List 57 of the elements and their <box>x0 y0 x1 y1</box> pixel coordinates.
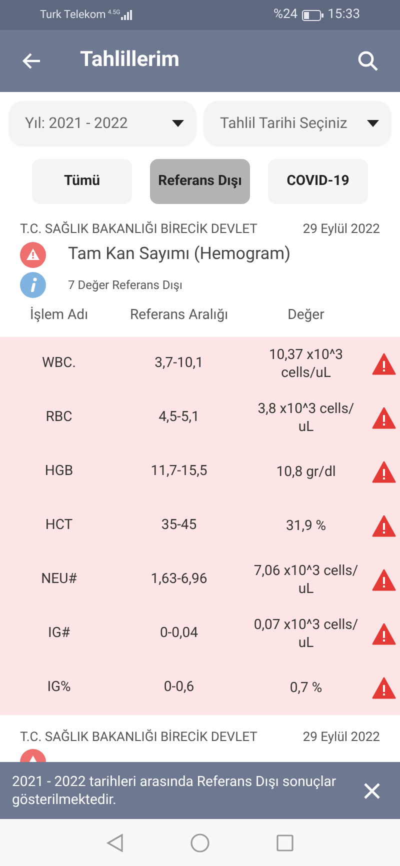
institution-name: T.C. SAĞLIK BAKANLIĞI BİRECİK DEVLET <box>20 220 258 239</box>
column-header: Referans Aralığı <box>128 306 230 325</box>
table-cell-text: 0,07 x10^3 cells/ uL <box>252 616 360 652</box>
filter-tab[interactable]: COVID-19 <box>268 159 368 204</box>
table-cell-text: HCT <box>44 516 74 535</box>
warning-icon <box>372 460 396 482</box>
table-cell-text: NEU# <box>40 570 78 589</box>
filter-tab[interactable]: Referans Dışı <box>150 159 250 204</box>
carrier-name: Turk Telekom <box>40 6 106 23</box>
battery-percent: %24 <box>273 6 298 24</box>
table-cell-text: 11,7-15,5 <box>150 462 208 481</box>
clock: 15:33 <box>328 6 360 24</box>
dropdown[interactable]: Tahlil Tarihi Seçiniz <box>204 101 391 145</box>
recents-nav-button[interactable] <box>276 834 294 852</box>
search-button[interactable] <box>356 49 380 73</box>
table-cell-text: 10,8 gr/dl <box>275 462 337 480</box>
table-cell-text: 3,7-10,1 <box>154 354 204 373</box>
warning-badge-icon <box>20 242 46 268</box>
warning-icon <box>372 676 396 698</box>
table-cell-text: 7,06 x10^3 cells/ uL <box>252 562 360 598</box>
table-cell-text: 4,5-5,1 <box>158 408 200 427</box>
battery-icon <box>302 10 324 20</box>
caret-icon <box>172 120 184 126</box>
institution-name: T.C. SAĞLIK BAKANLIĞI BİRECİK DEVLET <box>20 728 258 746</box>
table-cell-text: 10,37 x10^3 cells/uL <box>268 346 344 382</box>
table-cell-text: 31,9 % <box>284 516 328 534</box>
table-cell-text: IG% <box>46 678 72 697</box>
result-date: 29 Eylül 2022 <box>302 728 380 746</box>
filter-tab[interactable]: Tümü <box>32 159 132 204</box>
table-cell-text: HGB <box>44 462 74 481</box>
table-cell-text: RBC <box>44 408 74 427</box>
result-date: 29 Eylül 2022 <box>302 221 380 239</box>
back-nav-button[interactable] <box>106 832 124 852</box>
table-cell-text: IG# <box>47 624 71 643</box>
test-title: Tam Kan Sayımı (Hemogram) <box>68 242 291 266</box>
warning-icon <box>372 514 396 536</box>
table-cell-text: WBC. <box>41 354 77 373</box>
warning-icon <box>372 352 396 374</box>
table-cell-text: 1,63-6,96 <box>150 570 208 589</box>
warning-icon <box>372 622 396 644</box>
signal-icon <box>120 10 132 20</box>
dropdown[interactable]: Yıl: 2021 - 2022 <box>9 101 196 145</box>
table-cell-text: 0-0,6 <box>162 678 196 697</box>
table-cell-text: 0,7 % <box>288 678 324 696</box>
table-cell-text: 35-45 <box>160 516 198 535</box>
warning-icon <box>372 406 396 428</box>
table-cell-text: 3,8 x10^3 cells/ uL <box>256 400 356 436</box>
warning-icon <box>372 568 396 590</box>
column-header: İşlem Adı <box>28 306 90 325</box>
table-cell-text: 0-0,04 <box>158 624 200 643</box>
out-of-range-count: 7 Değer Referans Dışı <box>68 276 182 294</box>
page-title: Tahlillerim <box>80 47 180 74</box>
caret-icon <box>367 120 379 126</box>
column-header: Değer <box>286 306 326 325</box>
info-icon <box>20 272 46 298</box>
snackbar-message: 2021 - 2022 tarihleri arasında Referans Dışı sonuçlar gösterilmektedir. <box>12 772 338 808</box>
home-nav-button[interactable] <box>190 832 210 852</box>
